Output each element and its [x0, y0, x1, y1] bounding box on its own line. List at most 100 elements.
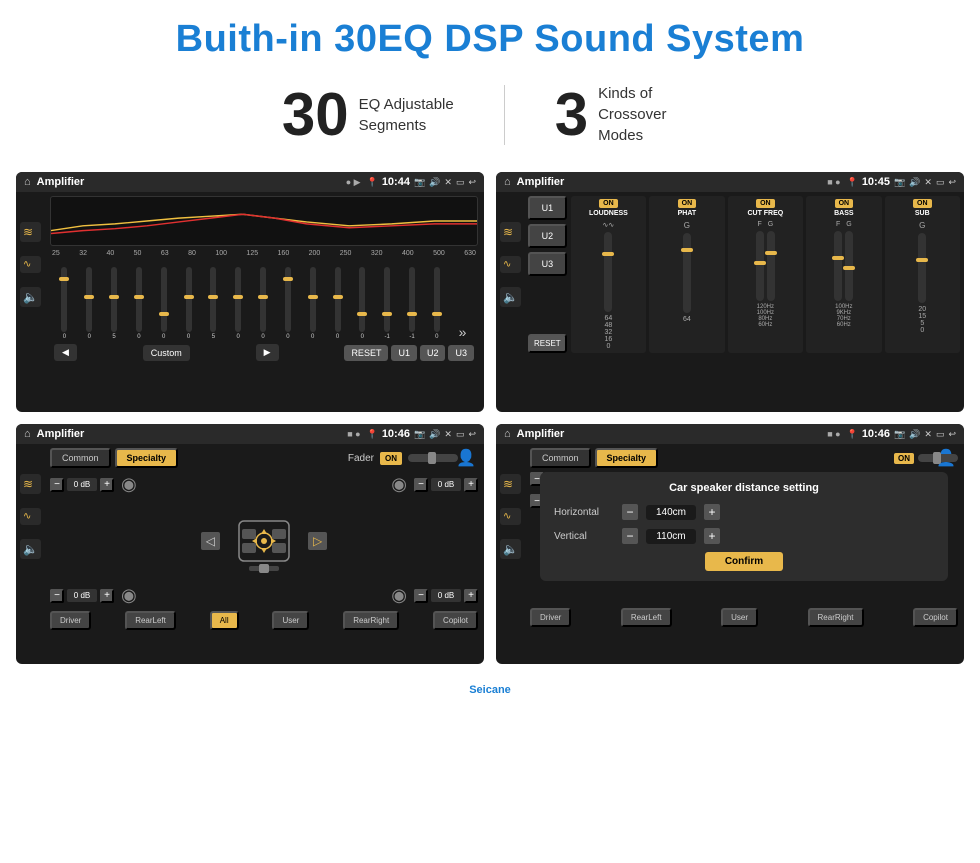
slider-thumb-15 — [407, 312, 417, 316]
cutfreq-f-slider[interactable] — [756, 231, 764, 301]
slider-track-6[interactable] — [186, 267, 192, 332]
dist-common-tab[interactable]: Common — [530, 448, 591, 468]
horizontal-minus[interactable]: − — [622, 504, 638, 520]
cutfreq-g-slider[interactable] — [767, 231, 775, 301]
slider-val-16: 0 — [435, 334, 438, 340]
slider-track-11[interactable] — [310, 267, 316, 332]
slider-track-10[interactable] — [285, 267, 291, 332]
dist-copilot-button[interactable]: Copilot — [913, 608, 958, 627]
loudness-slider[interactable] — [604, 232, 612, 312]
slider-track-14[interactable] — [384, 267, 390, 332]
nav-right[interactable]: ▷ — [308, 532, 327, 550]
volume-icon-1: 🔊 — [429, 177, 440, 188]
eq-next-button[interactable]: ▶ — [256, 344, 279, 361]
phat-slider[interactable] — [683, 233, 691, 313]
eq-preset-button[interactable]: Custom — [143, 345, 190, 361]
slider-val-9: 0 — [261, 334, 264, 340]
bass-g-slider[interactable] — [845, 231, 853, 301]
eq-reset-button[interactable]: RESET — [344, 345, 388, 361]
speaker-left-icon-4: 🔈 — [500, 539, 521, 559]
driver-button[interactable]: Driver — [50, 611, 91, 630]
specialty-tab[interactable]: Specialty — [115, 448, 179, 468]
dist-fader-bar[interactable] — [918, 454, 958, 462]
nav-left[interactable]: ◁ — [201, 532, 220, 550]
dist-driver-button[interactable]: Driver — [530, 608, 571, 627]
db-minus-tr[interactable]: − — [414, 478, 428, 492]
crossover-reset-button[interactable]: RESET — [528, 334, 567, 353]
screenshots-grid: ⌂ Amplifier ● ▶ 📍 10:44 📷 🔊 ✕ ▭ ↩ ≋ ∿ 🔈 — [0, 164, 980, 680]
freq-500: 500 — [433, 250, 445, 257]
u3-button[interactable]: U3 — [528, 252, 567, 276]
eq-u3-button[interactable]: U3 — [448, 345, 474, 361]
crossover-col-loudness: ON LOUDNESS ∿∿ 64 48 32 16 0 — [571, 196, 646, 353]
u1-button[interactable]: U1 — [528, 196, 567, 220]
copilot-button[interactable]: Copilot — [433, 611, 478, 630]
camera-icon-4: 📷 — [894, 429, 905, 440]
slider-track-1[interactable] — [61, 267, 67, 332]
slider-track-5[interactable] — [161, 267, 167, 332]
close-icon-3: ✕ — [444, 429, 452, 440]
user-button[interactable]: User — [272, 611, 309, 630]
eq-freq-labels: 25 32 40 50 63 80 100 125 160 200 250 32… — [50, 250, 478, 257]
slider-track-15[interactable] — [409, 267, 415, 332]
slider-track-8[interactable] — [235, 267, 241, 332]
cutfreq-on-badge: ON — [756, 199, 775, 208]
slider-track-13[interactable] — [359, 267, 365, 332]
slider-track-12[interactable] — [335, 267, 341, 332]
time-2: 10:45 — [862, 176, 890, 188]
slider-track-16[interactable] — [434, 267, 440, 332]
status-icons-2: 📍 10:45 📷 🔊 ✕ ▭ ↩ — [847, 176, 956, 188]
slider-track-9[interactable] — [260, 267, 266, 332]
slider-col-10: 0 — [285, 267, 291, 340]
db-plus-bl[interactable]: + — [100, 589, 114, 603]
dist-specialty-tab[interactable]: Specialty — [595, 448, 659, 468]
eq-u2-button[interactable]: U2 — [420, 345, 446, 361]
common-tab[interactable]: Common — [50, 448, 111, 468]
slider-track-4[interactable] — [136, 267, 142, 332]
slider-thumb-16 — [432, 312, 442, 316]
distance-screen-content: Common Specialty ON − − — [524, 444, 964, 631]
crossover-col-phat: ON PHAT G 64 — [649, 196, 724, 353]
back-icon-4: ↩ — [948, 429, 956, 440]
speaker-bottom-buttons: Driver RearLeft All User RearRight Copil… — [50, 611, 478, 630]
db-plus-tr[interactable]: + — [464, 478, 478, 492]
horizontal-label: Horizontal — [554, 507, 614, 518]
slider-thumb-11 — [308, 295, 318, 299]
eq-graph-svg — [51, 197, 477, 245]
freq-32: 32 — [79, 250, 87, 257]
db-value-tl: 0 dB — [67, 478, 97, 491]
confirm-button[interactable]: Confirm — [705, 552, 783, 571]
dist-rearleft-button[interactable]: RearLeft — [621, 608, 672, 627]
fader-handle — [428, 452, 436, 464]
fader-on-badge: ON — [380, 452, 402, 465]
stat-eq-number: 30 — [282, 85, 349, 145]
rearright-button[interactable]: RearRight — [343, 611, 399, 630]
db-minus-br[interactable]: − — [414, 589, 428, 603]
horizontal-row: Horizontal − 140cm + — [554, 504, 934, 520]
slider-thumb-14 — [382, 312, 392, 316]
rearleft-button[interactable]: RearLeft — [125, 611, 176, 630]
db-minus-tl[interactable]: − — [50, 478, 64, 492]
slider-val-10: 0 — [286, 334, 289, 340]
all-button[interactable]: All — [210, 611, 239, 630]
sub-slider[interactable] — [918, 233, 926, 303]
slider-col-expand[interactable]: » — [459, 324, 467, 340]
slider-track-2[interactable] — [86, 267, 92, 332]
eq-prev-button[interactable]: ◀ — [54, 344, 77, 361]
dist-user-button[interactable]: User — [721, 608, 758, 627]
db-minus-bl[interactable]: − — [50, 589, 64, 603]
horizontal-plus[interactable]: + — [704, 504, 720, 520]
dist-rearright-button[interactable]: RearRight — [808, 608, 864, 627]
slider-val-1: 0 — [63, 334, 66, 340]
vertical-plus[interactable]: + — [704, 528, 720, 544]
fader-bar[interactable] — [408, 454, 458, 462]
eq-u1-button[interactable]: U1 — [391, 345, 417, 361]
slider-track-7[interactable] — [210, 267, 216, 332]
vertical-minus[interactable]: − — [622, 528, 638, 544]
slider-track-3[interactable] — [111, 267, 117, 332]
u2-button[interactable]: U2 — [528, 224, 567, 248]
db-plus-br[interactable]: + — [464, 589, 478, 603]
slider-col-5: 0 — [161, 267, 167, 340]
db-plus-tl[interactable]: + — [100, 478, 114, 492]
bass-f-slider[interactable] — [834, 231, 842, 301]
